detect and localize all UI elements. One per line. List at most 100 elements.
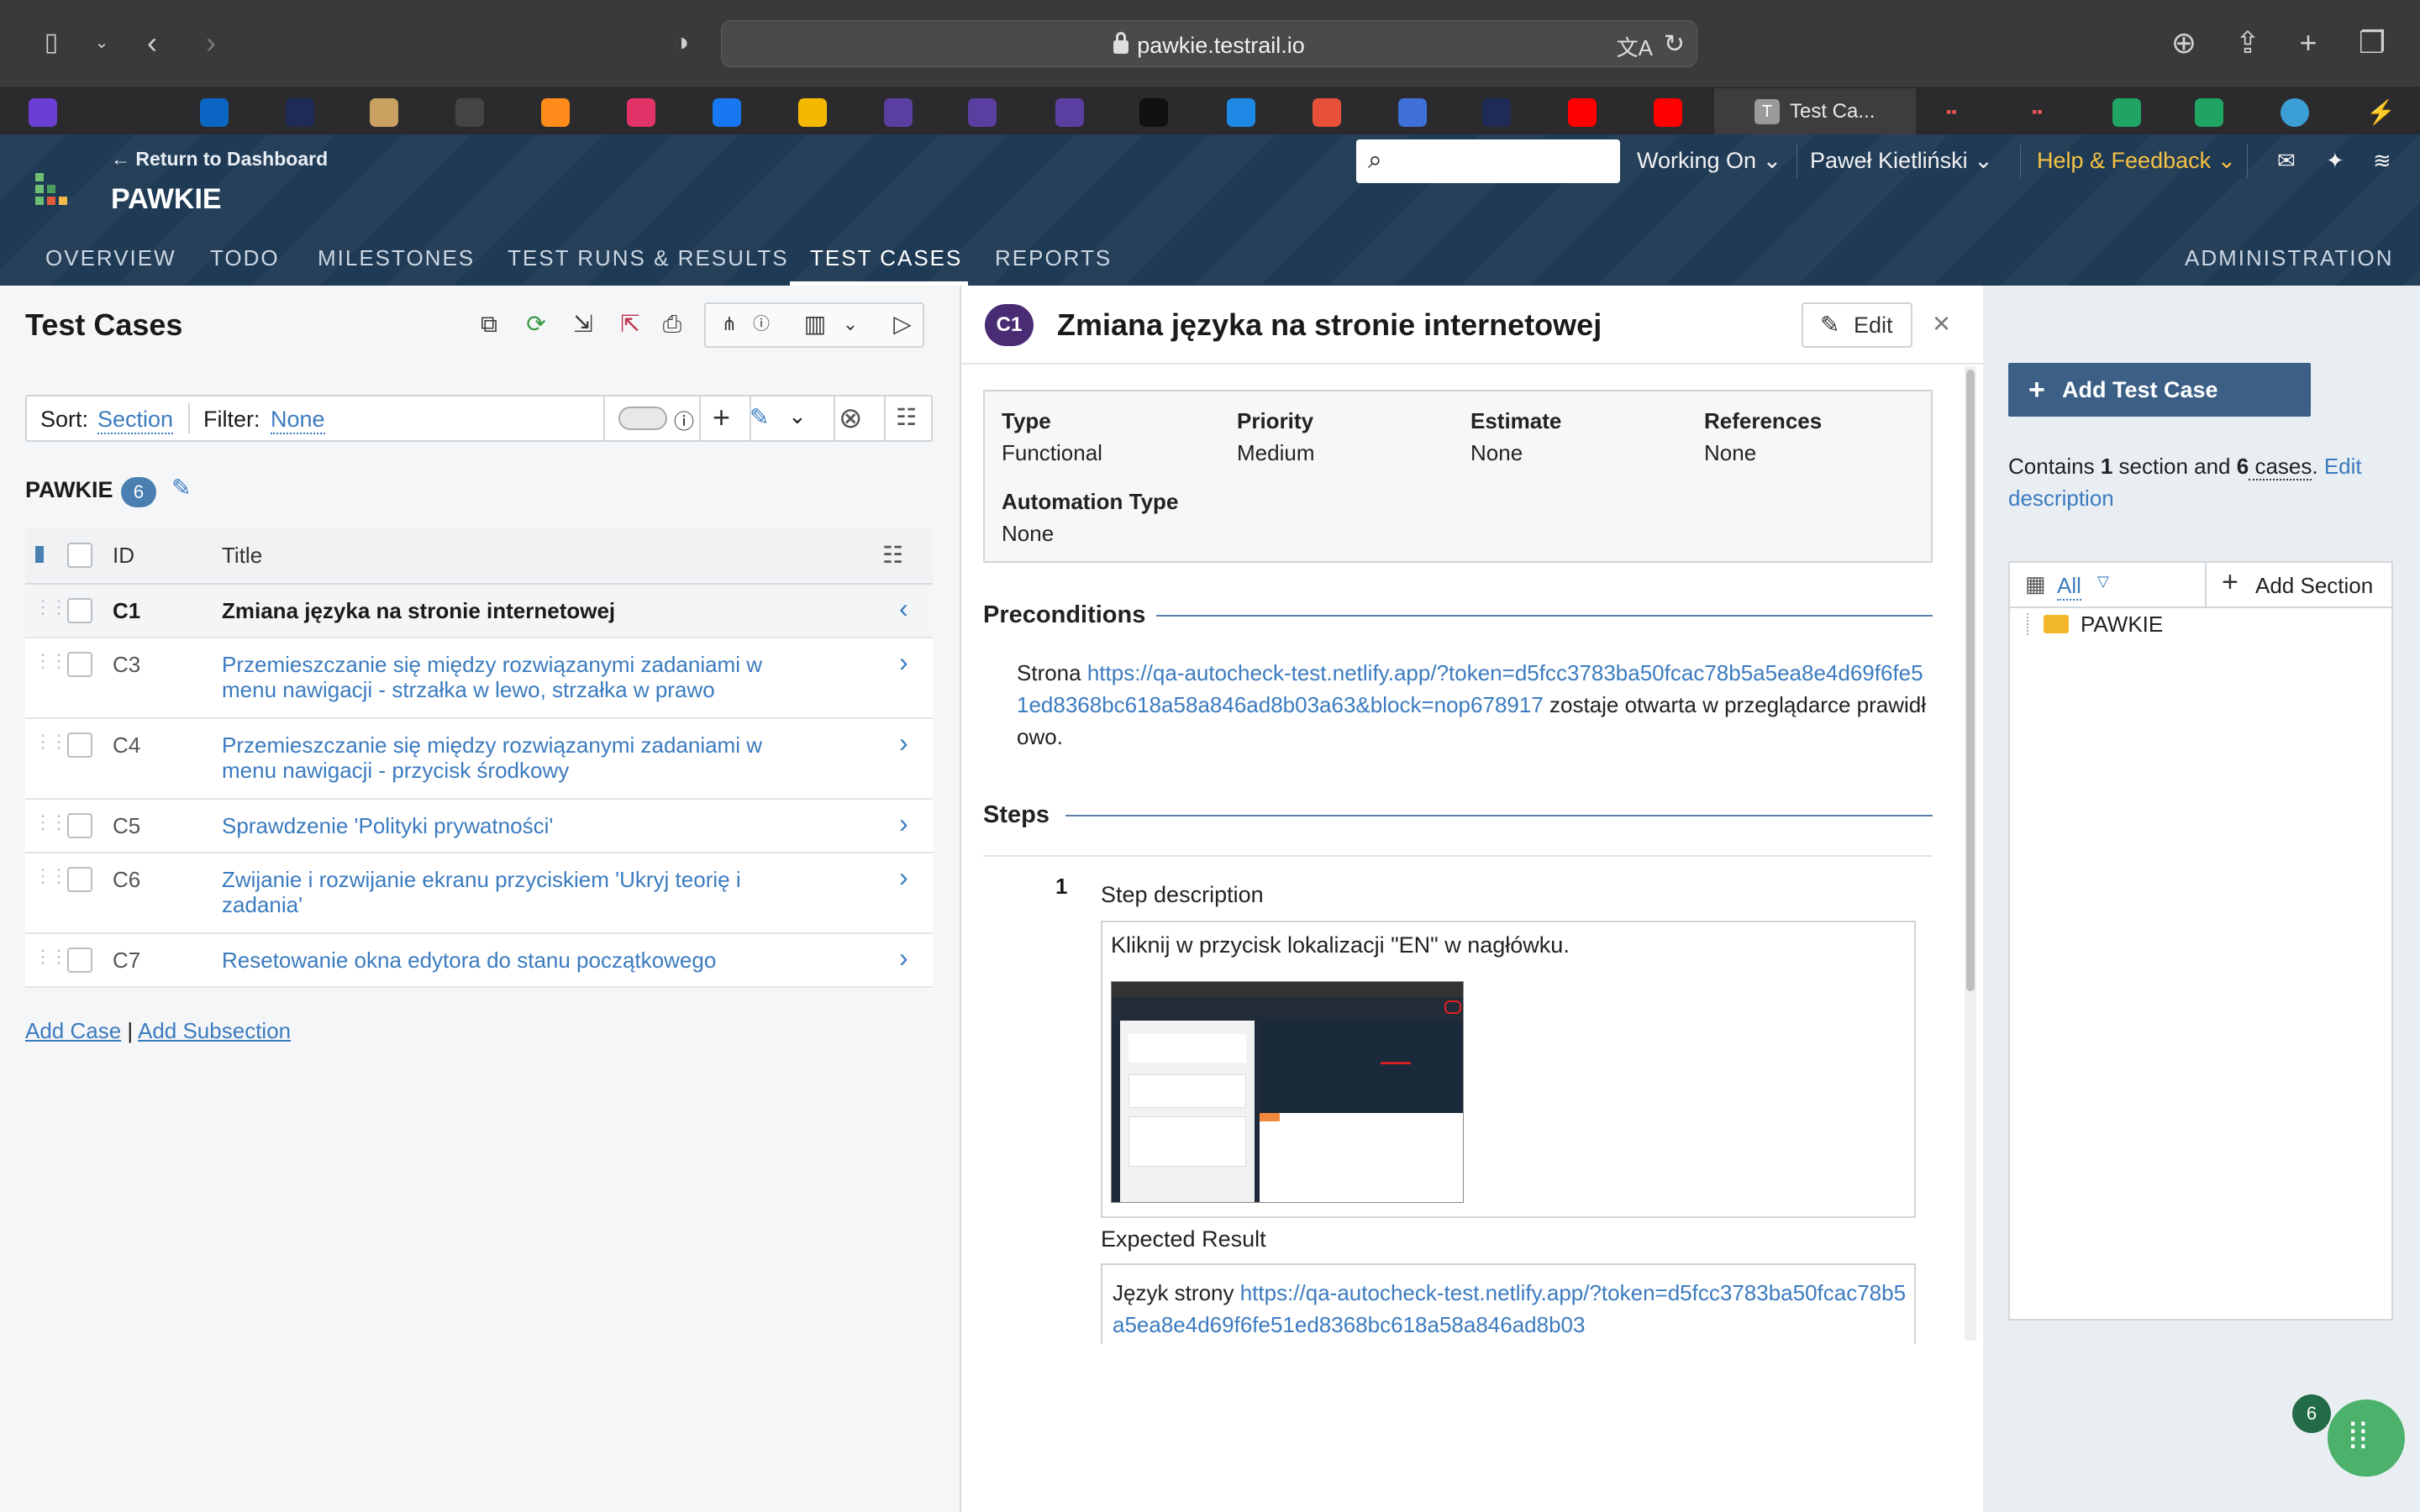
pinned-tab-icon[interactable] bbox=[370, 98, 398, 127]
tab-todo[interactable]: TODO bbox=[210, 245, 280, 271]
user-menu[interactable]: Paweł Kietliński ⌄ bbox=[1810, 148, 1993, 174]
sidebar-toggle-icon[interactable]: ▯ bbox=[30, 22, 72, 64]
chevron-left-icon[interactable]: ‹ bbox=[899, 593, 908, 624]
case-title-link[interactable]: Zwijanie i rozwijanie ekranu przyciskiem… bbox=[222, 867, 810, 917]
tab-overview[interactable]: OVERVIEW bbox=[45, 245, 176, 271]
sheets-icon[interactable] bbox=[2112, 98, 2141, 127]
tab-test-cases-nav[interactable]: TEST CASES bbox=[810, 245, 962, 271]
pinned-tab-icon[interactable] bbox=[713, 98, 741, 127]
pinned-tab-icon[interactable] bbox=[29, 98, 57, 127]
col-title-header[interactable]: Title bbox=[222, 543, 262, 569]
row-checkbox[interactable] bbox=[67, 867, 92, 892]
table-row[interactable]: ⋮⋮ C6 Zwijanie i rozwijanie ekranu przycis… bbox=[25, 853, 933, 934]
pinned-tab-icon[interactable] bbox=[1139, 98, 1168, 127]
hierarchy-icon[interactable]: ⋔ bbox=[716, 311, 743, 338]
rss-icon[interactable]: ≋ bbox=[2373, 148, 2391, 174]
drag-handle-icon[interactable]: ⋮⋮ bbox=[34, 813, 68, 832]
step-screenshot-image[interactable]: ▬▬▬▬ bbox=[1111, 981, 1464, 1203]
scrollbar-thumb[interactable] bbox=[1966, 370, 1975, 991]
chevron-down-icon[interactable]: ⌄ bbox=[788, 403, 807, 429]
add-icon[interactable]: + bbox=[713, 400, 730, 435]
drag-handle-icon[interactable]: ⋮⋮ bbox=[34, 948, 68, 966]
tab-test-cases[interactable]: T Test Ca... bbox=[1714, 88, 1916, 135]
drag-handle-icon[interactable]: ⋮⋮ bbox=[34, 732, 68, 751]
chevron-right-icon[interactable]: › bbox=[899, 727, 908, 759]
case-title-link[interactable]: Resetowanie okna edytora do stanu począt… bbox=[222, 948, 810, 973]
table-row[interactable]: ⋮⋮ C1 Zmiana języka na stronie internetowe… bbox=[25, 585, 933, 638]
pinned-tab-icon[interactable] bbox=[286, 98, 314, 127]
chevron-right-icon[interactable]: › bbox=[899, 808, 908, 839]
sheets-icon[interactable] bbox=[2195, 98, 2223, 127]
tab-overview-icon[interactable]: ❐ bbox=[2351, 22, 2393, 64]
add-section-button[interactable]: Add Section bbox=[2255, 573, 2373, 599]
back-icon[interactable]: ‹ bbox=[131, 22, 173, 64]
edit-pencil-icon[interactable]: ✎ bbox=[750, 403, 769, 431]
twitter-icon[interactable]: ✦ bbox=[2326, 148, 2344, 174]
row-checkbox[interactable] bbox=[67, 652, 92, 677]
pinned-tab-icon[interactable] bbox=[455, 98, 484, 127]
tab-reports[interactable]: REPORTS bbox=[995, 245, 1112, 271]
pinned-tab-icon[interactable] bbox=[1482, 98, 1511, 127]
export-icon[interactable]: ⇲ bbox=[570, 311, 597, 338]
tab-spain-icon[interactable]: ▪▪ bbox=[1946, 103, 1957, 121]
pinned-tab-icon[interactable] bbox=[114, 98, 143, 127]
drag-handle-icon[interactable]: ⋮⋮ bbox=[34, 652, 68, 670]
copy-icon[interactable]: ⧉ bbox=[476, 311, 502, 338]
col-id-header[interactable]: ID bbox=[113, 543, 134, 569]
case-title-link[interactable]: Zmiana języka na stronie internetowej bbox=[222, 598, 810, 623]
pinned-tab-icon[interactable] bbox=[1313, 98, 1341, 127]
pinned-tab-icon[interactable] bbox=[1654, 98, 1682, 127]
address-bar[interactable]: pawkie.testrail.io 文A ↻ bbox=[721, 20, 1697, 67]
help-icon[interactable]: ⓘ bbox=[748, 311, 775, 338]
case-title-link[interactable]: Przemieszczanie się między rozwiązanymi … bbox=[222, 652, 810, 702]
columns-icon[interactable]: ☷ bbox=[896, 403, 917, 431]
row-checkbox[interactable] bbox=[67, 732, 92, 758]
chevron-down-icon[interactable]: ⌄ bbox=[81, 22, 123, 64]
download-icon[interactable]: ⊕ bbox=[2163, 22, 2205, 64]
pinned-tab-icon[interactable] bbox=[1568, 98, 1597, 127]
forward-icon[interactable]: › bbox=[190, 22, 232, 64]
pinned-tab-icon[interactable] bbox=[1398, 98, 1427, 127]
row-checkbox[interactable] bbox=[67, 598, 92, 623]
new-tab-icon[interactable]: + bbox=[2287, 22, 2329, 64]
tab-milestones[interactable]: MILESTONES bbox=[318, 245, 475, 271]
pinned-tab-icon[interactable] bbox=[200, 98, 229, 127]
drag-handle-icon[interactable]: ⋮⋮ bbox=[34, 867, 68, 885]
case-title-link[interactable]: Sprawdzenie 'Polityki prywatności' bbox=[222, 813, 810, 838]
bar-chart-icon[interactable]: ▥ bbox=[802, 311, 829, 338]
pinned-tab-icon[interactable] bbox=[1055, 98, 1084, 127]
pinned-tab-icon[interactable] bbox=[798, 98, 827, 127]
drop-icon[interactable] bbox=[2281, 98, 2309, 127]
table-row[interactable]: ⋮⋮ C4 Przemieszczanie się między rozwiązan… bbox=[25, 719, 933, 800]
tree-view-icon[interactable]: ▦ bbox=[2025, 571, 2046, 597]
shield-icon[interactable]: ◑ bbox=[660, 22, 702, 64]
print-icon[interactable]: ⎙ bbox=[659, 311, 686, 338]
table-row[interactable]: ⋮⋮ C7 Resetowanie okna edytora do stanu po… bbox=[25, 934, 933, 988]
play-icon[interactable]: ▷ bbox=[889, 311, 916, 338]
export-red-icon[interactable]: ⇱ bbox=[617, 311, 644, 338]
search-input[interactable]: ⌕ bbox=[1356, 139, 1620, 183]
chevron-right-icon[interactable]: › bbox=[899, 862, 908, 893]
drag-handle-icon[interactable]: ⋮⋮ bbox=[34, 598, 68, 617]
help-icon[interactable]: ⓘ bbox=[674, 405, 694, 434]
case-title-link[interactable]: Przemieszczanie się między rozwiązanymi … bbox=[222, 732, 810, 783]
row-checkbox[interactable] bbox=[67, 948, 92, 973]
edit-section-icon[interactable]: ✎ bbox=[171, 474, 191, 501]
add-subsection-link[interactable]: Add Subsection bbox=[138, 1018, 291, 1043]
table-row[interactable]: ⋮⋮ C3 Przemieszczanie się między rozwiązan… bbox=[25, 638, 933, 719]
sort-value-link[interactable]: Section bbox=[97, 407, 174, 434]
row-checkbox[interactable] bbox=[67, 813, 92, 838]
tab-administration[interactable]: ADMINISTRATION bbox=[2185, 245, 2394, 271]
edit-button[interactable]: ✎ Edit bbox=[1802, 302, 1912, 348]
help-widget-button[interactable]: ⁞⁞ bbox=[2328, 1399, 2405, 1477]
table-row[interactable]: ⋮⋮ C5 Sprawdzenie 'Polityki prywatności' › bbox=[25, 800, 933, 853]
share-icon[interactable]: ⇪ bbox=[2227, 22, 2269, 64]
return-to-dashboard-link[interactable]: ← Return to Dashboard bbox=[111, 148, 328, 171]
tab-spain-icon-2[interactable]: ▪▪ bbox=[2032, 103, 2043, 121]
clear-icon[interactable]: ⊗ bbox=[839, 402, 863, 435]
close-icon[interactable]: × bbox=[1933, 306, 1950, 341]
reload-icon[interactable]: ↻ bbox=[1664, 29, 1685, 59]
pinned-tab-icon[interactable] bbox=[1227, 98, 1255, 127]
pinned-tab-icon[interactable] bbox=[968, 98, 997, 127]
mail-icon[interactable]: ✉ bbox=[2277, 148, 2296, 174]
